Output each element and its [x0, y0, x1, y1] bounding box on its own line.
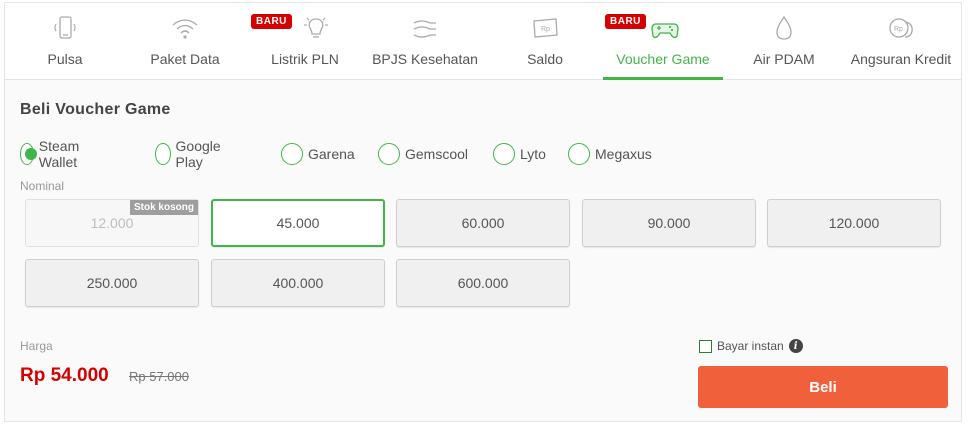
- radio-label: Steam Wallet: [38, 138, 80, 170]
- nominal-value: 120.000: [828, 215, 880, 231]
- instant-pay-label: Bayar instan: [717, 339, 784, 353]
- tab-label: BPJS Kesehatan: [372, 51, 478, 67]
- tab-listrik-pln[interactable]: BARU Listrik PLN: [251, 3, 359, 79]
- tab-saldo[interactable]: Rp Saldo: [513, 3, 577, 79]
- coins-icon: Rp: [889, 18, 913, 38]
- hands-icon: [413, 20, 436, 38]
- radio-label: Lyto: [520, 146, 546, 162]
- water-drop-icon: [776, 15, 792, 40]
- radio-circle[interactable]: [20, 143, 37, 165]
- nominal-value: 60.000: [461, 215, 505, 231]
- radio-label: Megaxus: [595, 146, 652, 162]
- lightbulb-icon: [303, 17, 328, 38]
- tab-label: Angsuran Kredit: [850, 51, 952, 67]
- nominal-value: 12.000: [90, 215, 134, 231]
- nominal-option-400000[interactable]: 400.000: [211, 259, 385, 307]
- buy-button[interactable]: Beli: [698, 366, 948, 408]
- original-price: Rp 57.000: [129, 369, 189, 384]
- radio-label: Google Play: [175, 138, 221, 170]
- section-title: Beli Voucher Game: [20, 101, 171, 118]
- nominal-value: 45.000: [276, 215, 320, 231]
- radio-megaxus[interactable]: Megaxus: [568, 141, 652, 167]
- tab-label: Air PDAM: [753, 51, 815, 67]
- instant-pay-option[interactable]: Bayar instan i: [699, 339, 803, 353]
- tab-bpjs-kesehatan[interactable]: BPJS Kesehatan: [369, 3, 481, 79]
- instant-pay-checkbox[interactable]: [699, 339, 712, 353]
- radio-label: Gemscool: [405, 146, 469, 162]
- svg-text:Rp: Rp: [541, 26, 550, 33]
- radio-circle[interactable]: [155, 143, 171, 165]
- nominal-option-45000[interactable]: 45.000: [211, 199, 385, 247]
- tab-label: Voucher Game: [616, 51, 710, 67]
- tab-label: Listrik PLN: [271, 51, 339, 67]
- radio-gemscool[interactable]: Gemscool: [378, 141, 468, 167]
- phone-icon: [54, 16, 76, 39]
- out-of-stock-badge: Stok kosong: [129, 200, 198, 215]
- gamepad-icon: [651, 23, 680, 39]
- radio-label: Garena: [308, 146, 355, 162]
- nominal-option-250000[interactable]: 250.000: [25, 259, 199, 307]
- radio-circle[interactable]: [568, 143, 590, 165]
- tab-air-pdam[interactable]: Air PDAM: [743, 3, 825, 79]
- new-badge: BARU: [605, 14, 646, 29]
- info-icon[interactable]: i: [788, 339, 803, 353]
- nominal-value: 600.000: [457, 275, 509, 291]
- radio-circle[interactable]: [281, 143, 303, 165]
- tab-angsuran-kredit[interactable]: Rp Angsuran Kredit: [845, 3, 957, 79]
- product-tabs: Pulsa Paket Data BARU Listrik PLN BPJS K…: [5, 3, 961, 80]
- price-label: Harga: [20, 339, 53, 353]
- tab-label: Pulsa: [47, 51, 83, 67]
- nominal-value: 90.000: [647, 215, 691, 231]
- nominal-option-60000[interactable]: 60.000: [396, 199, 570, 247]
- radio-lyto[interactable]: Lyto: [493, 141, 546, 167]
- tab-paket-data[interactable]: Paket Data: [133, 3, 237, 79]
- tab-label: Paket Data: [150, 51, 220, 67]
- nominal-label: Nominal: [20, 179, 65, 193]
- tab-label: Saldo: [527, 51, 563, 67]
- radio-circle[interactable]: [493, 143, 515, 165]
- nominal-option-600000[interactable]: 600.000: [396, 259, 570, 307]
- radio-steam-wallet[interactable]: Steam Wallet: [20, 138, 87, 170]
- new-badge: BARU: [251, 14, 292, 29]
- svg-text:Rp: Rp: [894, 26, 903, 33]
- current-price: Rp 54.000: [20, 365, 109, 386]
- radio-garena[interactable]: Garena: [281, 141, 355, 167]
- wifi-icon: [172, 19, 198, 39]
- nominal-value: 250.000: [86, 275, 138, 291]
- radio-circle[interactable]: [378, 143, 400, 165]
- rupiah-note-icon: Rp: [533, 18, 558, 38]
- tab-pulsa[interactable]: Pulsa: [15, 3, 115, 79]
- nominal-value: 400.000: [272, 275, 324, 291]
- radio-google-play[interactable]: Google Play: [155, 138, 227, 170]
- nominal-option-12000: 12.000 Stok kosong: [25, 199, 199, 247]
- tab-voucher-game[interactable]: BARU Voucher Game: [603, 3, 723, 80]
- voucher-card: Pulsa Paket Data BARU Listrik PLN BPJS K…: [4, 2, 962, 422]
- nominal-option-120000[interactable]: 120.000: [767, 199, 941, 247]
- nominal-option-90000[interactable]: 90.000: [582, 199, 756, 247]
